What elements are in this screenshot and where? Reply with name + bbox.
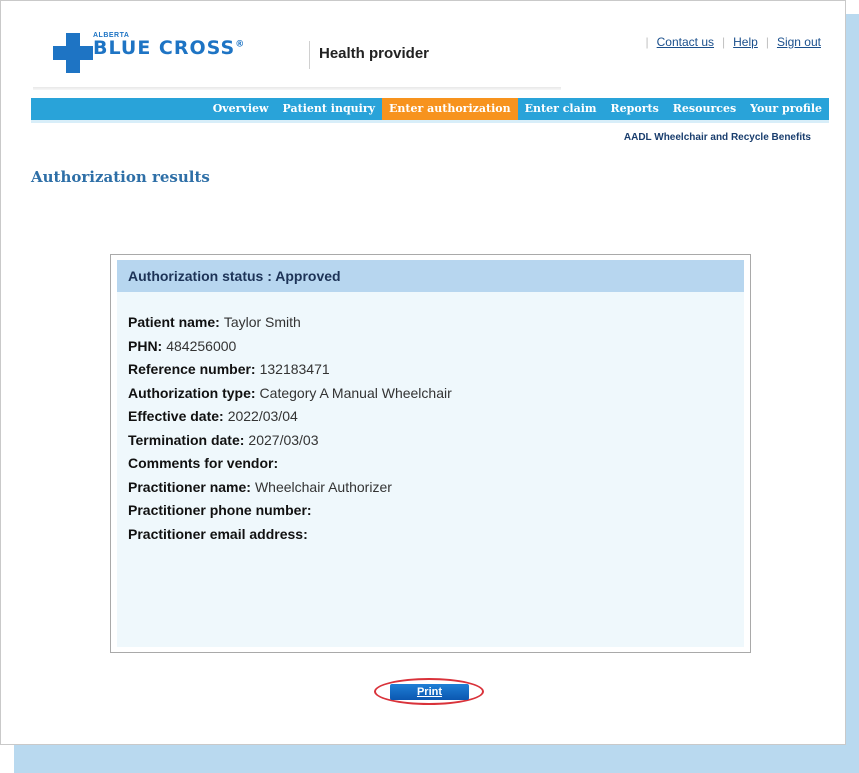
logo-text: BLUE CROSS® <box>93 37 245 59</box>
logo-big-text: BLUE CROSS <box>93 37 236 59</box>
nav-item-enter-authorization[interactable]: Enter authorization <box>382 98 518 120</box>
field-label: Practitioner name: <box>128 478 251 495</box>
header-divider <box>309 41 310 69</box>
nav-underline <box>31 120 829 123</box>
authorization-results-panel: Authorization status : Approved Patient … <box>110 254 751 653</box>
field-label: Effective date: <box>128 408 224 424</box>
field-value: Taylor Smith <box>223 314 301 330</box>
field-patient-name: Patient name: Taylor Smith <box>128 311 452 335</box>
field-authorization-type: Authorization type: Category A Manual Whe… <box>128 382 452 406</box>
field-practitioner-email: Practitioner email address: <box>128 523 452 547</box>
alberta-blue-cross-logo[interactable]: ALBERTA BLUE CROSS® <box>53 31 303 75</box>
site-title: Health provider <box>319 45 430 62</box>
nav-item-your-profile[interactable]: Your profile <box>743 98 829 120</box>
field-label: Practitioner phone number: <box>128 502 312 518</box>
main-nav: Overview Patient inquiry Enter authoriza… <box>31 98 829 120</box>
field-label: Comments for vendor: <box>128 455 279 471</box>
nav-item-enter-claim[interactable]: Enter claim <box>518 98 604 120</box>
field-comments-for-vendor: Comments for vendor: <box>128 452 452 476</box>
contact-us-link[interactable]: Contact us <box>657 35 714 49</box>
nav-item-reports[interactable]: Reports <box>604 98 666 120</box>
field-phn: PHN: 484256000 <box>128 335 452 359</box>
field-label: Patient name: <box>128 314 220 330</box>
page-container: ALBERTA BLUE CROSS® Health provider | Co… <box>0 0 846 745</box>
nav-item-patient-inquiry[interactable]: Patient inquiry <box>276 98 383 120</box>
field-reference-number: Reference number: 132183471 <box>128 358 452 382</box>
field-value: 2022/03/04 <box>227 408 298 424</box>
field-effective-date: Effective date: 2022/03/04 <box>128 405 452 429</box>
field-value: 132183471 <box>259 361 330 377</box>
result-fields: Patient name: Taylor Smith PHN: 484256000 … <box>128 311 452 546</box>
field-termination-date: Termination date: 2027/03/03 <box>128 429 452 453</box>
authorization-status-header: Authorization status : Approved <box>117 260 744 292</box>
field-label: PHN: <box>128 337 163 354</box>
nav-item-overview[interactable]: Overview <box>206 98 276 120</box>
print-button[interactable]: Print <box>390 684 469 700</box>
field-label: Termination date: <box>128 431 245 448</box>
field-label: Practitioner email address: <box>128 525 308 542</box>
field-value: Wheelchair Authorizer <box>254 478 392 495</box>
header-rule <box>33 87 561 90</box>
field-label: Authorization type: <box>128 384 256 401</box>
sub-nav-aadl-wheelchair[interactable]: AADL Wheelchair and Recycle Benefits <box>624 132 811 143</box>
page-title: Authorization results <box>31 168 210 186</box>
utility-links: | Contact us | Help | Sign out <box>645 35 821 49</box>
field-value: Category A Manual Wheelchair <box>259 384 452 401</box>
cross-icon <box>53 33 93 73</box>
field-practitioner-phone: Practitioner phone number: <box>128 499 452 523</box>
sign-out-link[interactable]: Sign out <box>777 35 821 49</box>
field-value: 484256000 <box>166 337 237 354</box>
panel-body: Authorization status : Approved Patient … <box>117 260 744 647</box>
nav-item-resources[interactable]: Resources <box>666 98 743 120</box>
field-practitioner-name: Practitioner name: Wheelchair Authorizer <box>128 476 452 500</box>
field-value: 2027/03/03 <box>248 431 319 448</box>
help-link[interactable]: Help <box>733 35 758 49</box>
registered-mark: ® <box>235 39 246 50</box>
field-label: Reference number: <box>128 361 256 377</box>
